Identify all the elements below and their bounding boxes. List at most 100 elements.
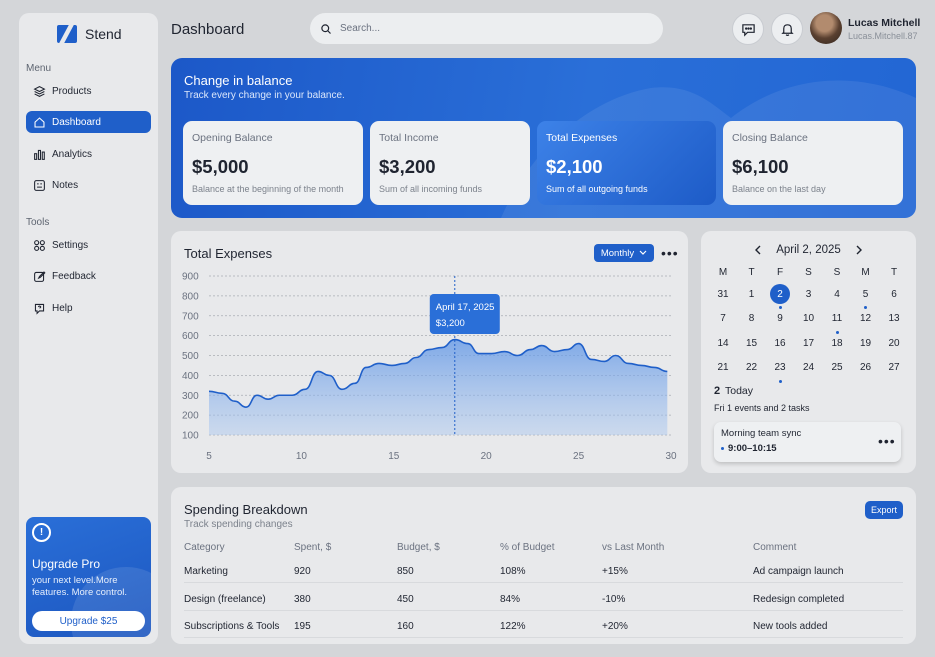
calendar-day[interactable]: 31 — [713, 284, 733, 304]
sidebar-item-settings[interactable]: Settings — [26, 234, 151, 256]
calendar-day[interactable]: 4 — [827, 284, 847, 304]
calendar-day[interactable]: 17 — [799, 333, 819, 353]
chevron-right-icon[interactable] — [855, 245, 863, 255]
sidebar-item-dashboard[interactable]: Dashboard — [26, 111, 151, 133]
card-description: Balance at the beginning of the month — [192, 184, 344, 194]
calendar-day[interactable]: 27 — [884, 358, 904, 378]
table-cell: Ad campaign launch — [753, 566, 844, 577]
weekday-label: T — [890, 267, 898, 278]
row-divider — [184, 609, 903, 611]
user-name: Lucas Mitchell — [848, 17, 921, 29]
expenses-chart-panel: Total Expenses Monthly ••• 100 200 300 400 5… — [171, 231, 688, 473]
y-tick-label: 700 — [182, 311, 199, 322]
tooltip-date: April 17, 2025 — [436, 302, 495, 313]
calendar-day[interactable]: 26 — [856, 358, 876, 378]
page-title: Dashboard — [171, 21, 245, 38]
calendar-day[interactable]: 20 — [884, 333, 904, 353]
balance-card-income[interactable]: Total Income $3,200 Sum of all incoming … — [370, 121, 530, 205]
notifications-button[interactable] — [771, 13, 803, 45]
event-more-icon[interactable]: ••• — [878, 434, 896, 448]
avatar[interactable] — [810, 12, 842, 44]
card-label: Opening Balance — [192, 132, 273, 144]
calendar-day[interactable]: 2 — [770, 284, 790, 304]
bar-chart-icon — [34, 149, 45, 160]
calendar-day[interactable]: 16 — [770, 333, 790, 353]
calendar-day[interactable]: 11 — [827, 309, 847, 329]
sidebar-item-help[interactable]: Help — [26, 297, 151, 319]
table-cell: 380 — [294, 593, 311, 605]
table-cell: 84% — [500, 593, 521, 605]
table-cell: 108% — [500, 566, 526, 577]
row-divider — [184, 637, 903, 638]
search-input[interactable] — [340, 23, 640, 34]
calendar-day[interactable]: 14 — [713, 333, 733, 353]
column-header: Spent, $ — [294, 542, 332, 553]
grid-icon — [34, 239, 45, 251]
calendar-day[interactable]: 19 — [856, 333, 876, 353]
today-summary: Fri 1 events and 2 tasks — [714, 403, 810, 413]
sidebar-item-label: Analytics — [52, 148, 93, 160]
y-tick-label: 600 — [182, 331, 199, 342]
calendar-day[interactable]: 5 — [856, 284, 876, 304]
calendar-panel: April 2, 2025 M T F S S M T 31 1 2 3 4 5 6 7 8 9 10 11 12 13… — [701, 231, 916, 473]
calendar-day[interactable]: 6 — [884, 284, 904, 304]
event-card[interactable]: Morning team sync 9:00–10:15 ••• — [714, 422, 901, 462]
y-tick-label: 200 — [182, 411, 199, 422]
messages-button[interactable] — [732, 13, 764, 45]
calendar-day[interactable]: 7 — [713, 309, 733, 329]
brand-logo[interactable]: Stend — [57, 25, 122, 43]
y-tick-label: 100 — [182, 431, 199, 442]
calendar-day[interactable]: 9 — [770, 309, 790, 329]
calendar-day[interactable]: 10 — [799, 309, 819, 329]
calendar-day[interactable]: 24 — [799, 358, 819, 378]
sidebar-item-notes[interactable]: Notes — [26, 174, 151, 196]
spending-title: Spending Breakdown — [184, 502, 308, 517]
balance-card-opening[interactable]: Opening Balance $5,000 Balance at the be… — [183, 121, 363, 205]
calendar-day[interactable]: 21 — [713, 358, 733, 378]
stend-logo-icon — [57, 25, 77, 43]
table-cell: 122% — [500, 621, 526, 632]
search-bar[interactable] — [310, 13, 663, 44]
calendar-day[interactable]: 8 — [742, 309, 762, 329]
upgrade-button[interactable]: Upgrade $25 — [32, 611, 145, 631]
sidebar-item-label: Settings — [52, 239, 89, 251]
calendar-day[interactable]: 22 — [742, 358, 762, 378]
upgrade-text: your next level.More features. More cont… — [32, 575, 128, 598]
card-label: Total Income — [379, 132, 439, 144]
calendar-day[interactable]: 15 — [742, 333, 762, 353]
table-cell: +15% — [602, 566, 628, 577]
calendar-day[interactable]: 23 — [770, 358, 790, 378]
weekday-label: M — [861, 267, 870, 278]
balance-card-closing[interactable]: Closing Balance $6,100 Balance on the la… — [723, 121, 903, 205]
export-button[interactable]: Export — [865, 501, 903, 519]
card-label: Closing Balance — [732, 132, 808, 144]
sidebar-item-analytics[interactable]: Analytics — [26, 143, 151, 165]
table-cell: 920 — [294, 566, 311, 577]
area-fill — [209, 339, 668, 435]
calendar-day[interactable]: 13 — [884, 309, 904, 329]
y-tick-label: 900 — [182, 272, 199, 283]
event-time: 9:00–10:15 — [728, 443, 777, 454]
calendar-day[interactable]: 25 — [827, 358, 847, 378]
notes-icon — [34, 179, 45, 191]
balance-card-expenses[interactable]: Total Expenses $2,100 Sum of all outgoin… — [537, 121, 716, 205]
card-description: Sum of all outgoing funds — [546, 184, 648, 194]
calendar-day[interactable]: 1 — [742, 284, 762, 304]
table-cell: Redesign completed — [753, 593, 845, 605]
calendar-day[interactable]: 12 — [856, 309, 876, 329]
column-header: vs Last Month — [602, 542, 665, 553]
brand-name: Stend — [85, 26, 122, 42]
chevron-left-icon[interactable] — [754, 245, 762, 255]
table-cell: 195 — [294, 621, 311, 632]
event-dot — [721, 447, 724, 450]
menu-section-label: Menu — [26, 63, 52, 74]
event-title: Morning team sync — [721, 428, 802, 439]
calendar-day[interactable]: 18 — [827, 333, 847, 353]
calendar-header: April 2, 2025 — [701, 244, 916, 256]
weekday-label: F — [776, 267, 784, 278]
banner-title: Change in balance — [184, 73, 293, 88]
sidebar-item-feedback[interactable]: Feedback — [26, 265, 151, 287]
calendar-day[interactable]: 3 — [799, 284, 819, 304]
sidebar-item-products[interactable]: Products — [26, 80, 151, 102]
y-tick-label: 400 — [182, 371, 199, 382]
